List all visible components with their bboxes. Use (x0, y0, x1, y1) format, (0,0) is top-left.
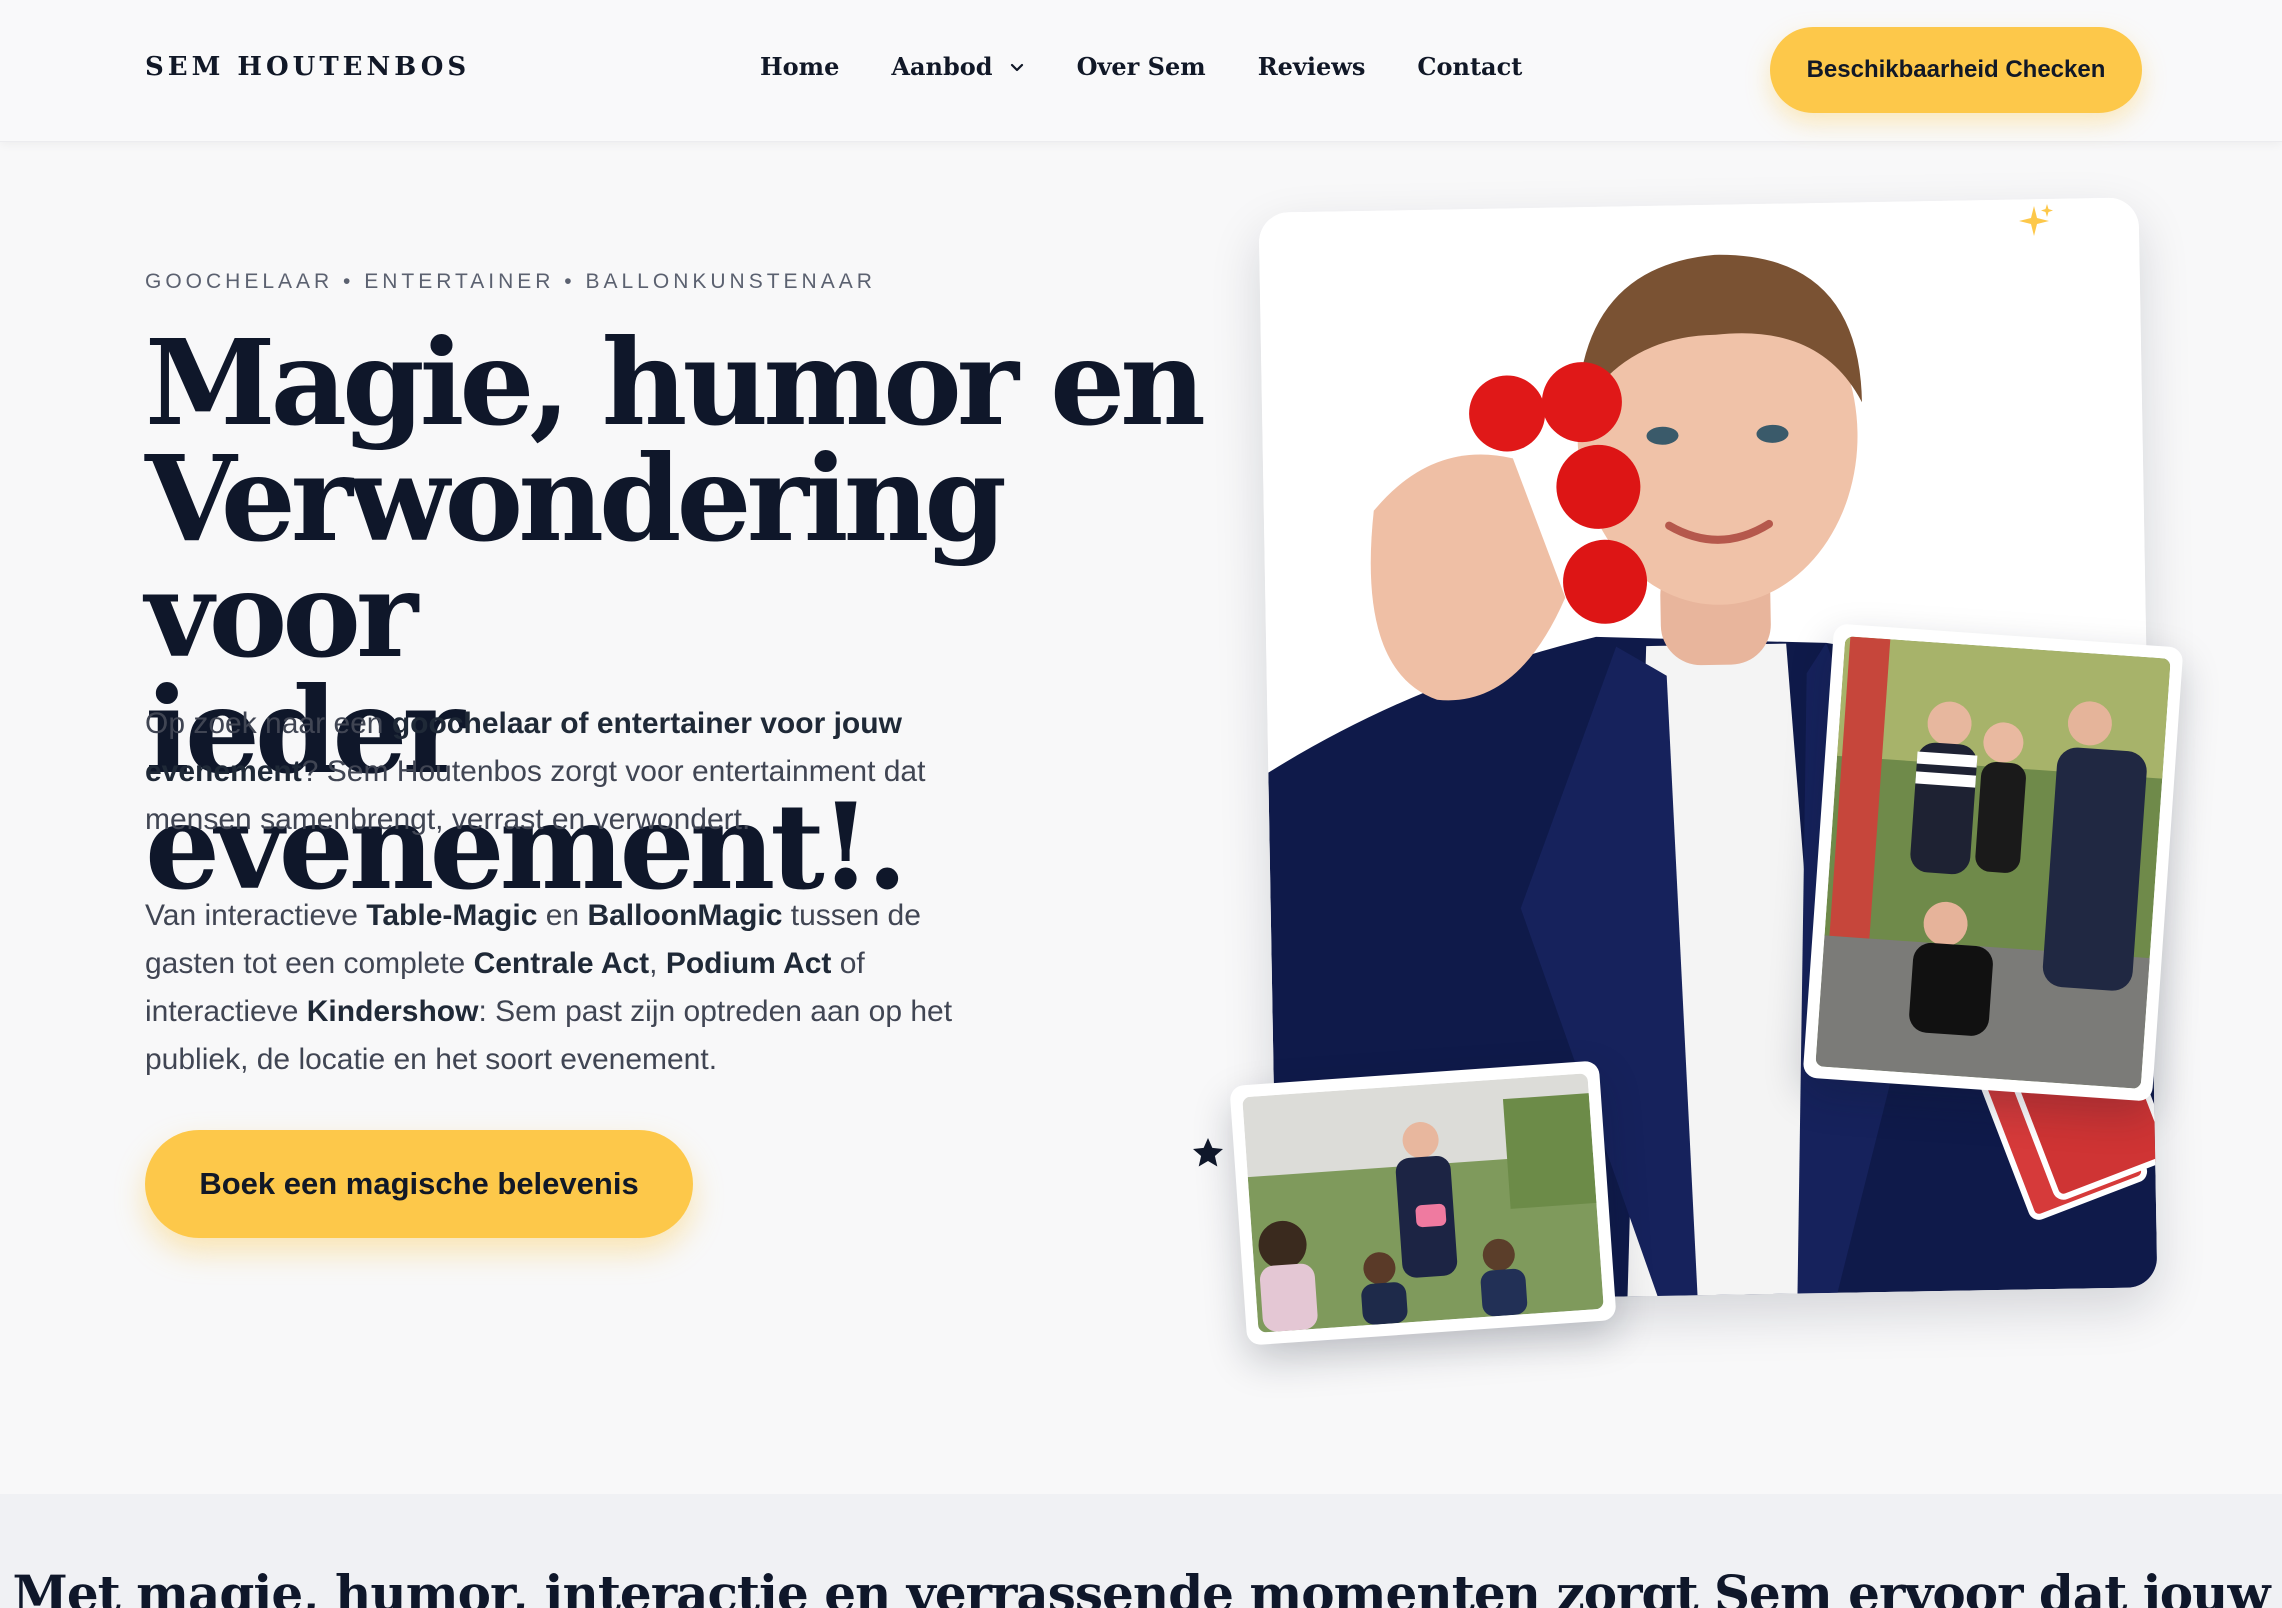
nav-item-label: Reviews (1257, 52, 1366, 81)
section-heading: Met magie, humor, interactie en verrasse… (12, 1564, 2270, 1608)
event-photo-outdoor-show (1229, 1060, 1617, 1346)
check-availability-button[interactable]: Beschikbaarheid Checken (1770, 27, 2142, 113)
hero-services-paragraph: Van interactieve Table-Magic en BalloonM… (145, 892, 975, 1084)
nav-item-contact[interactable]: Contact (1417, 52, 1522, 81)
hero-title-line: Verwondering voor (145, 429, 1007, 684)
text: en (537, 899, 588, 932)
emphasis: Kindershow (306, 995, 479, 1028)
star-icon (1193, 1138, 1223, 1167)
sparkle-icon (2019, 204, 2053, 236)
nav-item-over-sem[interactable]: Over Sem (1077, 52, 1206, 81)
hero-intro-paragraph: Op zoek naar een goochelaar of entertain… (145, 700, 975, 844)
text: , (649, 947, 666, 980)
hero-eyebrow: GOOCHELAAR • ENTERTAINER • BALLONKUNSTEN… (145, 270, 876, 293)
nav-item-label: Aanbod (891, 52, 993, 81)
nav-item-aanbod[interactable]: Aanbod (891, 52, 1024, 81)
emphasis: Table-Magic (366, 899, 538, 932)
book-experience-button[interactable]: Boek een magische belevenis (145, 1130, 693, 1238)
text: Op zoek naar een (145, 707, 392, 740)
main-nav: Home Aanbod Over Sem Reviews Contact (760, 52, 1574, 81)
site-logo[interactable]: SEM HOUTENBOS (145, 52, 470, 82)
intro-band: Met magie, humor, interactie en verrasse… (0, 1494, 2282, 1608)
event-photo-audience (1802, 623, 2184, 1102)
navbar: SEM HOUTENBOS Home Aanbod Over Sem Revie… (0, 0, 2282, 142)
nav-item-label: Home (760, 52, 840, 81)
chevron-down-icon (1010, 63, 1023, 71)
nav-item-label: Over Sem (1076, 52, 1206, 81)
emphasis: Podium Act (665, 947, 832, 980)
emphasis: BalloonMagic (587, 899, 783, 932)
emphasis: Centrale Act (473, 947, 650, 980)
text: Van interactieve (145, 899, 367, 932)
nav-item-reviews[interactable]: Reviews (1258, 52, 1366, 81)
nav-item-label: Contact (1417, 52, 1523, 81)
nav-item-home[interactable]: Home (760, 52, 839, 81)
